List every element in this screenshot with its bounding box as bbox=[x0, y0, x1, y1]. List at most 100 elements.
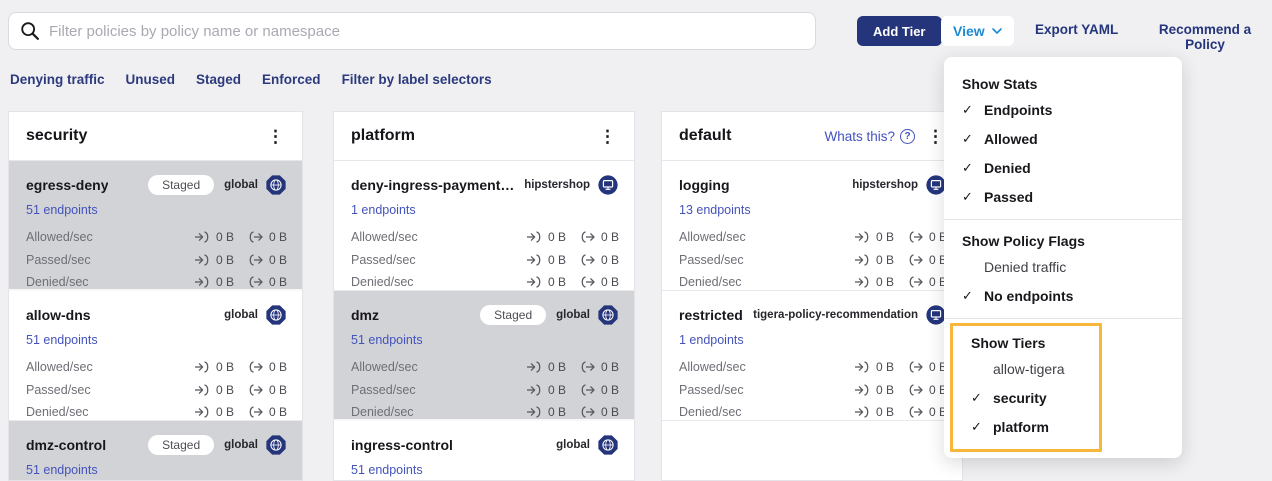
filter-link-unused[interactable]: Unused bbox=[126, 72, 176, 87]
stat-label: Allowed/sec bbox=[351, 230, 526, 244]
egress-stat: 0 B bbox=[579, 230, 619, 244]
policy-name: logging bbox=[679, 177, 730, 193]
policy-card-restricted[interactable]: restrictedtigera-policy-recommendation1 … bbox=[662, 291, 962, 421]
ingress-traffic-icon bbox=[526, 276, 543, 288]
stat-label: Denied/sec bbox=[26, 275, 194, 289]
menu-section-show-stats: Show Stats✓Endpoints✓Allowed✓Denied✓Pass… bbox=[944, 67, 1182, 211]
menu-item-label: Denied bbox=[984, 160, 1031, 176]
ingress-stat: 0 B bbox=[194, 275, 234, 289]
filter-link-denying-traffic[interactable]: Denying traffic bbox=[10, 72, 105, 87]
stat-row: Allowed/sec0 B0 B bbox=[26, 226, 287, 249]
egress-traffic-icon bbox=[907, 231, 924, 243]
policy-card-allow-dns[interactable]: allow-dnsglobal51 endpointsAllowed/sec0 … bbox=[9, 291, 302, 421]
endpoints-link[interactable]: 1 endpoints bbox=[679, 333, 744, 347]
recommend-policy-button[interactable]: Recommend a Policy bbox=[1138, 22, 1272, 52]
add-tier-button[interactable]: Add Tier bbox=[857, 16, 942, 46]
stat-row: Allowed/sec0 B0 B bbox=[679, 356, 947, 379]
menu-item-label: Passed bbox=[984, 189, 1033, 205]
menu-item-allowed[interactable]: ✓Allowed bbox=[944, 124, 1182, 153]
policy-scope-label: hipstershop bbox=[524, 179, 590, 191]
menu-item-platform[interactable]: ✓platform bbox=[953, 412, 1099, 441]
ingress-stat: 0 B bbox=[854, 360, 894, 374]
global-scope-icon bbox=[597, 304, 619, 326]
menu-divider bbox=[944, 219, 1182, 220]
menu-item-denied[interactable]: ✓Denied bbox=[944, 153, 1182, 182]
tier-kebab-menu-icon[interactable]: ⋮ bbox=[263, 126, 288, 147]
egress-traffic-icon bbox=[247, 384, 264, 396]
policy-name: deny-ingress-paymentservi… bbox=[351, 177, 520, 193]
endpoints-link[interactable]: 51 endpoints bbox=[351, 463, 423, 477]
ingress-stat-value: 0 B bbox=[876, 383, 894, 397]
search-input[interactable] bbox=[49, 23, 805, 40]
endpoints-link[interactable]: 1 endpoints bbox=[351, 203, 416, 217]
menu-item-label: security bbox=[993, 390, 1047, 406]
endpoints-link[interactable]: 51 endpoints bbox=[26, 333, 98, 347]
stat-label: Allowed/sec bbox=[679, 360, 854, 374]
egress-stat: 0 B bbox=[579, 275, 619, 289]
tier-header: defaultWhats this??⋮ bbox=[662, 112, 962, 161]
ingress-stat: 0 B bbox=[194, 230, 234, 244]
egress-traffic-icon bbox=[247, 254, 264, 266]
menu-item-denied-traffic[interactable]: Denied traffic bbox=[944, 252, 1182, 281]
policy-card-top: allow-dnsglobal bbox=[26, 302, 287, 328]
stat-label: Passed/sec bbox=[679, 383, 854, 397]
ingress-stat-value: 0 B bbox=[216, 275, 234, 289]
egress-stat-value: 0 B bbox=[269, 383, 287, 397]
filter-link-staged[interactable]: Staged bbox=[196, 72, 241, 87]
stat-row: Allowed/sec0 B0 B bbox=[351, 226, 619, 249]
tier-kebab-menu-icon[interactable]: ⋮ bbox=[595, 126, 620, 147]
policy-card-dmz-control[interactable]: dmz-controlStagedglobal51 endpoints bbox=[9, 421, 302, 481]
ingress-stat: 0 B bbox=[854, 275, 894, 289]
endpoints-link[interactable]: 51 endpoints bbox=[351, 333, 423, 347]
policy-scope-label: global bbox=[224, 309, 258, 321]
menu-item-allow-tigera[interactable]: allow-tigera bbox=[953, 354, 1099, 383]
policy-scope-label: tigera-policy-recommendation bbox=[753, 309, 918, 321]
policy-stats: Allowed/sec0 B0 BPassed/sec0 B0 BDenied/… bbox=[26, 226, 287, 294]
ingress-stat: 0 B bbox=[854, 383, 894, 397]
egress-stat-value: 0 B bbox=[269, 360, 287, 374]
empty-tier-area bbox=[662, 421, 962, 481]
menu-item-endpoints[interactable]: ✓Endpoints bbox=[944, 95, 1182, 124]
menu-item-security[interactable]: ✓security bbox=[953, 383, 1099, 412]
menu-item-label: Denied traffic bbox=[984, 259, 1066, 275]
ingress-stat-value: 0 B bbox=[548, 405, 566, 419]
checkmark-icon: ✓ bbox=[962, 189, 984, 205]
egress-stat: 0 B bbox=[907, 405, 947, 419]
ingress-stat-value: 0 B bbox=[548, 253, 566, 267]
export-yaml-button[interactable]: Export YAML bbox=[1035, 22, 1118, 37]
policy-card-logging[interactable]: logginghipstershop13 endpointsAllowed/se… bbox=[662, 161, 962, 291]
egress-stat-value: 0 B bbox=[601, 405, 619, 419]
endpoints-link[interactable]: 13 endpoints bbox=[679, 203, 751, 217]
menu-item-no-endpoints[interactable]: ✓No endpoints bbox=[944, 281, 1182, 310]
policy-stats: Allowed/sec0 B0 BPassed/sec0 B0 BDenied/… bbox=[679, 226, 947, 294]
filter-link-enforced[interactable]: Enforced bbox=[262, 72, 321, 87]
filter-link-filter-by-label-selectors[interactable]: Filter by label selectors bbox=[342, 72, 492, 87]
stat-label: Passed/sec bbox=[351, 383, 526, 397]
menu-item-passed[interactable]: ✓Passed bbox=[944, 182, 1182, 211]
policy-card-egress-deny[interactable]: egress-denyStagedglobal51 endpointsAllow… bbox=[9, 161, 302, 291]
ingress-stat-value: 0 B bbox=[876, 275, 894, 289]
ingress-traffic-icon bbox=[526, 384, 543, 396]
tier-title: default bbox=[679, 127, 731, 145]
policy-scope-label: hipstershop bbox=[852, 179, 918, 191]
endpoints-link[interactable]: 51 endpoints bbox=[26, 203, 98, 217]
ingress-stat-value: 0 B bbox=[216, 405, 234, 419]
whats-this-link[interactable]: Whats this?? bbox=[824, 129, 915, 144]
global-scope-icon bbox=[597, 434, 619, 456]
policy-card-deny-ingress-paymentservi-[interactable]: deny-ingress-paymentservi… hipstershop 1 e… bbox=[334, 161, 634, 291]
stat-row: Passed/sec0 B0 B bbox=[679, 249, 947, 272]
policy-card-ingress-control[interactable]: ingress-controlglobal51 endpoints bbox=[334, 421, 634, 481]
tier-column-security: security⋮egress-denyStagedglobal51 endpo… bbox=[8, 111, 303, 481]
policy-card-top: deny-ingress-paymentservi… hipstershop bbox=[351, 172, 619, 198]
tier-column-platform: platform⋮ deny-ingress-paymentservi… hipst… bbox=[333, 111, 635, 481]
endpoints-link[interactable]: 51 endpoints bbox=[26, 463, 98, 477]
egress-stat: 0 B bbox=[907, 253, 947, 267]
policy-name: dmz bbox=[351, 307, 379, 323]
policy-card-dmz[interactable]: dmzStagedglobal51 endpointsAllowed/sec0 … bbox=[334, 291, 634, 421]
view-button[interactable]: View bbox=[941, 16, 1014, 46]
egress-stat: 0 B bbox=[907, 360, 947, 374]
checkmark-icon: ✓ bbox=[962, 131, 984, 147]
egress-traffic-icon bbox=[907, 384, 924, 396]
tier-header: platform⋮ bbox=[334, 112, 634, 161]
namespace-icon bbox=[597, 174, 619, 196]
